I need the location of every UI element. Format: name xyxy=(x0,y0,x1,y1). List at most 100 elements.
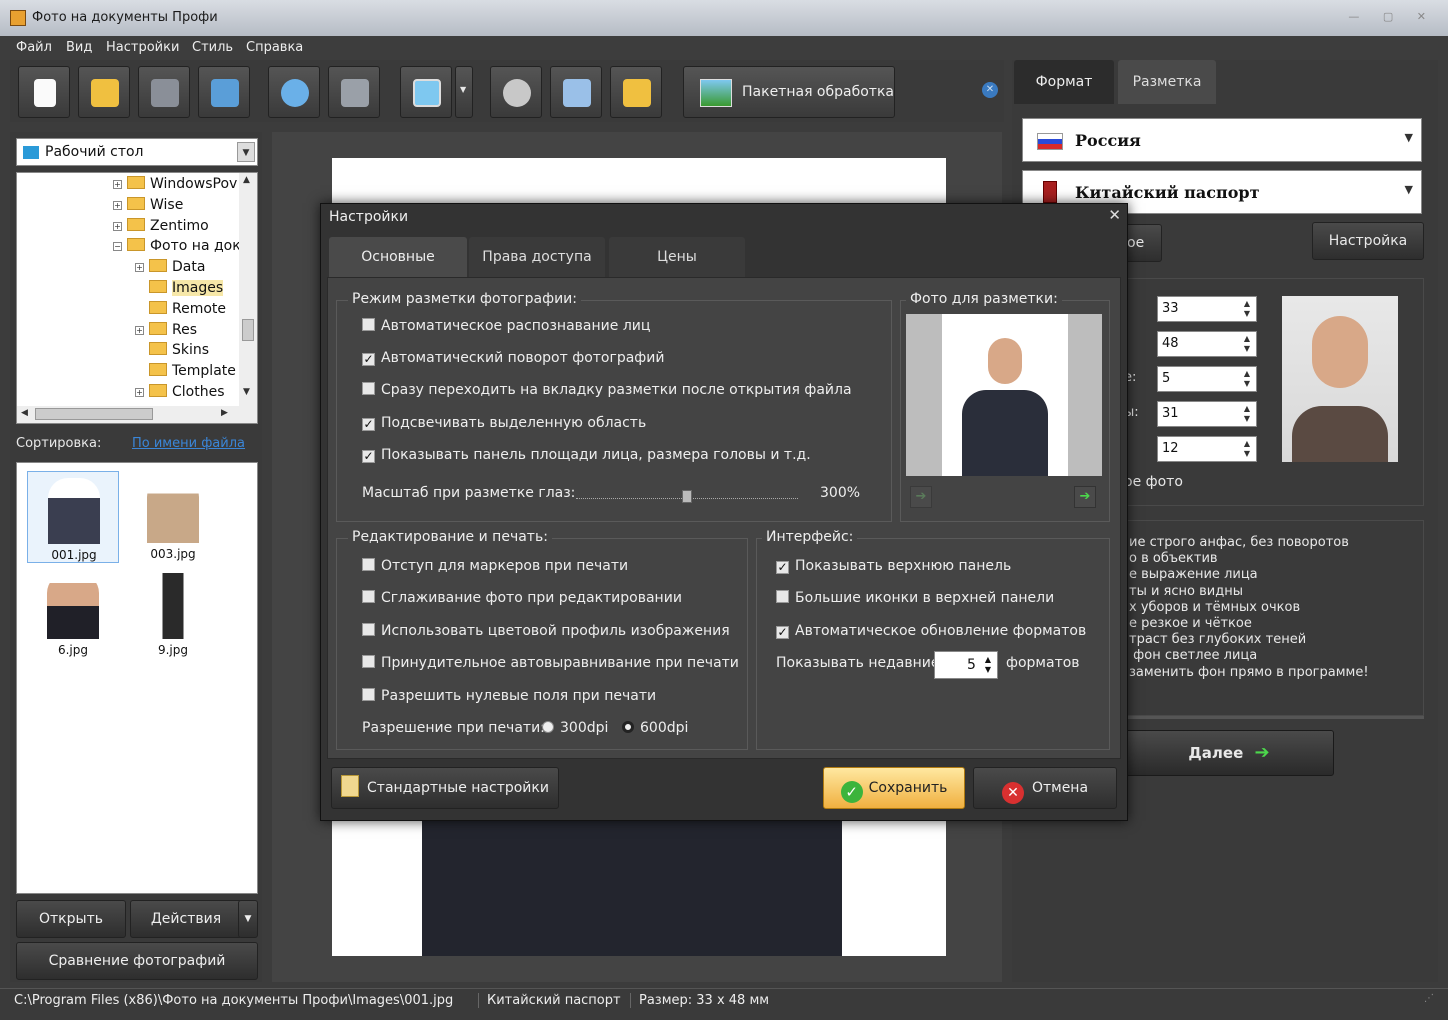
format-settings-button[interactable]: Настройка xyxy=(1312,222,1424,260)
expand-icon[interactable]: + xyxy=(135,325,144,335)
option-checkbox[interactable]: Отступ для маркеров при печати xyxy=(362,558,628,574)
height-stepper[interactable]: 48 ▲ ▼ xyxy=(1157,331,1257,357)
checkbox-icon[interactable] xyxy=(362,558,375,571)
thumbnail-item[interactable]: 001.jpg xyxy=(27,471,119,563)
tree-item[interactable]: + Res xyxy=(135,321,197,343)
option-checkbox[interactable]: ✓ Подсвечивать выделенную область xyxy=(362,415,646,431)
expand-icon[interactable]: + xyxy=(113,200,122,210)
save-button[interactable] xyxy=(138,66,190,118)
menu-file[interactable]: Файл xyxy=(16,40,52,55)
camera-button[interactable] xyxy=(328,66,380,118)
tree-item[interactable]: − Фото на док xyxy=(113,238,241,259)
menu-settings[interactable]: Настройки xyxy=(106,40,179,55)
tree-scroll-thumb[interactable] xyxy=(242,319,254,341)
tree-item[interactable]: +Template xyxy=(135,363,236,384)
param-stepper[interactable]: 31 ▲ ▼ xyxy=(1157,401,1257,427)
partial-button[interactable]: ое xyxy=(1122,224,1162,262)
tab-general[interactable]: Основные xyxy=(329,237,467,277)
stepper-arrows-icon[interactable]: ▲ ▼ xyxy=(1244,369,1250,389)
tree-item[interactable]: + Zentimo xyxy=(113,217,209,239)
next-button[interactable]: Далее ➔ xyxy=(1124,730,1334,776)
option-checkbox[interactable]: ✓ Показывать панель площади лица, размера… xyxy=(362,447,811,463)
radio-600dpi[interactable]: 600dpi xyxy=(622,720,688,736)
person-button[interactable] xyxy=(268,66,320,118)
width-stepper[interactable]: 33 ▲ ▼ xyxy=(1157,296,1257,322)
compare-photos-button[interactable]: Сравнение фотографий xyxy=(16,942,258,980)
expand-icon[interactable]: + xyxy=(113,221,122,231)
eye-scale-slider[interactable] xyxy=(576,490,798,503)
country-select[interactable]: Россия ▼ xyxy=(1022,118,1422,162)
tree-horizontal-scrollbar[interactable]: ◀ ▶ xyxy=(17,406,257,423)
option-checkbox[interactable]: Сглаживание фото при редактировании xyxy=(362,590,682,606)
tree-item[interactable]: +Images xyxy=(135,280,224,301)
param-stepper[interactable]: 5 ▲ ▼ xyxy=(1157,366,1257,392)
radio-300dpi[interactable]: 300dpi xyxy=(542,720,608,736)
tree-item[interactable]: + Wise xyxy=(113,196,183,218)
thumbnail-item[interactable]: 003.jpg xyxy=(127,471,219,563)
open-button[interactable]: Открыть xyxy=(16,900,126,938)
thumbnail-item[interactable]: 6.jpg xyxy=(27,567,119,659)
option-checkbox[interactable]: Большие иконки в верхней панели xyxy=(776,590,1054,606)
default-settings-button[interactable]: Стандартные настройки xyxy=(331,767,559,809)
next-photo-icon[interactable]: ➔ xyxy=(1074,486,1096,508)
prev-photo-icon[interactable]: ➔ xyxy=(910,486,932,508)
close-icon[interactable]: ✕ xyxy=(1108,206,1121,224)
stepper-arrows-icon[interactable]: ▲ ▼ xyxy=(985,655,991,675)
option-checkbox[interactable]: Использовать цветовой профиль изображени… xyxy=(362,622,730,639)
tree-item[interactable]: +Skins xyxy=(135,342,209,363)
option-checkbox[interactable]: Принудительное автовыравнивание при печа… xyxy=(362,655,739,671)
stepper-arrows-icon[interactable]: ▲ ▼ xyxy=(1244,439,1250,459)
expand-icon[interactable]: + xyxy=(135,388,144,397)
box-button[interactable] xyxy=(550,66,602,118)
checkbox-checked-icon[interactable]: ✓ xyxy=(776,561,789,574)
window-controls[interactable]: — ▢ ✕ xyxy=(1348,10,1436,23)
param-stepper[interactable]: 12 ▲ ▼ xyxy=(1157,436,1257,462)
open-button[interactable] xyxy=(78,66,130,118)
new-button[interactable] xyxy=(18,66,70,118)
tree-item[interactable]: + Clothes xyxy=(135,384,225,405)
tree-hscroll-thumb[interactable] xyxy=(35,408,153,420)
checkbox-checked-icon[interactable]: ✓ xyxy=(776,625,789,639)
option-checkbox[interactable]: ✓ Показывать верхнюю панель xyxy=(776,558,1011,574)
checkbox-icon[interactable] xyxy=(362,622,375,636)
scroll-left-icon[interactable]: ◀ xyxy=(21,408,28,418)
menu-help[interactable]: Справка xyxy=(246,40,303,55)
tab-markup[interactable]: Разметка xyxy=(1118,60,1216,104)
tab-access-rights[interactable]: Права доступа xyxy=(469,237,605,277)
batch-processing-button[interactable]: Пакетная обработка xyxy=(683,66,895,118)
actions-dropdown[interactable]: ▼ xyxy=(238,900,258,938)
resize-grip-icon[interactable]: ⋰ xyxy=(1424,993,1434,1004)
background-button[interactable] xyxy=(400,66,452,118)
option-checkbox[interactable]: ✓ Автоматический поворот фотографий xyxy=(362,350,664,367)
chevron-down-icon[interactable]: ▼ xyxy=(237,142,255,162)
tree-item[interactable]: + Data xyxy=(135,259,205,280)
stepper-arrows-icon[interactable]: ▲ ▼ xyxy=(1244,299,1250,319)
expand-icon[interactable]: + xyxy=(135,263,144,273)
folder-combo[interactable]: Рабочий стол ▼ xyxy=(16,138,258,166)
checkbox-checked-icon[interactable]: ✓ xyxy=(362,353,375,367)
checkbox-icon[interactable] xyxy=(362,318,375,331)
checkbox-icon[interactable] xyxy=(362,590,375,604)
cancel-button[interactable]: ✕ Отмена xyxy=(973,767,1117,809)
stepper-arrows-icon[interactable]: ▲ ▼ xyxy=(1244,404,1250,424)
scroll-right-icon[interactable]: ▶ xyxy=(221,408,228,418)
option-checkbox[interactable]: Разрешить нулевые поля при печати xyxy=(362,687,656,704)
checkbox-icon[interactable] xyxy=(362,687,375,701)
tab-prices[interactable]: Цены xyxy=(609,237,745,277)
save-button[interactable]: ✓ Сохранить xyxy=(823,767,965,809)
tree-item[interactable]: +Remote xyxy=(135,300,226,322)
thumbnail-item[interactable]: 9.jpg xyxy=(127,567,219,659)
sort-by-filename-link[interactable]: По имени файла xyxy=(132,436,245,451)
close-toolbar-icon[interactable]: ✕ xyxy=(982,82,998,98)
checkbox-checked-icon[interactable]: ✓ xyxy=(362,449,375,463)
scroll-down-icon[interactable]: ▼ xyxy=(243,387,250,397)
collapse-icon[interactable]: − xyxy=(113,242,122,252)
tree-item[interactable]: + WindowsPov xyxy=(113,176,237,197)
print-button[interactable] xyxy=(198,66,250,118)
stepper-arrows-icon[interactable]: ▲ ▼ xyxy=(1244,334,1250,354)
menu-style[interactable]: Стиль xyxy=(192,40,233,55)
checkbox-icon[interactable] xyxy=(362,655,375,669)
option-checkbox[interactable]: Сразу переходить на вкладку разметки пос… xyxy=(362,382,852,398)
option-checkbox[interactable]: Автоматическое распознавание лиц xyxy=(362,318,650,334)
option-checkbox[interactable]: ✓ Автоматическое обновление форматов xyxy=(776,623,1086,639)
